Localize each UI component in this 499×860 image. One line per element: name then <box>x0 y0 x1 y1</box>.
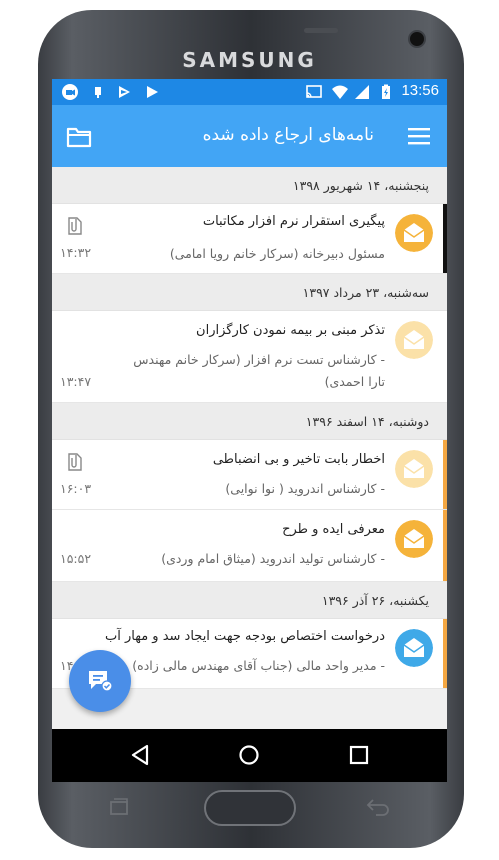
play-store-notification-icon-2 <box>147 86 158 98</box>
battery-charging-icon <box>382 84 390 99</box>
item-time: ۱۶:۰۳ <box>60 481 92 496</box>
camera-notification-icon <box>62 84 78 100</box>
priority-bar <box>443 204 447 273</box>
attachment-icon <box>68 217 82 235</box>
item-time: ۱۳:۴۷ <box>60 374 92 389</box>
hardware-recents-icon[interactable] <box>108 797 130 817</box>
compose-fab[interactable] <box>69 650 131 712</box>
front-camera <box>408 30 426 48</box>
envelope-read-icon <box>395 321 433 359</box>
envelope-icon <box>395 214 433 252</box>
item-subject: معرفی ایده و طرح <box>282 522 385 537</box>
date-header: سه‌شنبه، ۲۳ مرداد ۱۳۹۷ <box>52 274 447 311</box>
item-sender: - کارشناس تولید اندروید (میثاق امام وردی… <box>161 551 385 566</box>
list-item[interactable]: معرفی ایده و طرح - کارشناس تولید اندروید… <box>52 510 447 582</box>
date-header: یکشنبه، ۲۶ آذر ۱۳۹۶ <box>52 582 447 619</box>
item-subject: تذکر مبنی بر بیمه نمودن کارگزاران <box>196 323 385 338</box>
item-sender: مسئول دبیرخانه (سرکار خانم رویا امامی) <box>169 246 385 261</box>
item-subject: درخواست اختصاص بودجه جهت ایجاد سد و مهار… <box>104 629 385 644</box>
attachment-icon <box>68 453 82 471</box>
usb-notification-icon <box>95 87 101 98</box>
menu-icon[interactable] <box>407 125 431 147</box>
date-header: پنجشنبه، ۱۴ شهریور ۱۳۹۸ <box>52 167 447 204</box>
item-sender: - کارشناس اندروید ( نوا نوایی) <box>225 481 385 496</box>
list-item[interactable]: پیگیری استقرار نرم افزار مکاتبات مسئول د… <box>52 204 447 274</box>
app-bar: نامه‌های ارجاع داده شده <box>52 105 447 167</box>
compose-chat-icon <box>89 671 113 692</box>
home-icon[interactable] <box>238 744 260 766</box>
hardware-home-button[interactable] <box>204 790 296 826</box>
item-time: ۱۴:۳۲ <box>60 245 92 260</box>
cast-icon <box>306 85 322 98</box>
page-title: نامه‌های ارجاع داده شده <box>202 125 374 145</box>
item-subject: پیگیری استقرار نرم افزار مکاتبات <box>202 214 385 229</box>
item-sender: - مدیر واحد مالی (جناب آقای مهندس مالی ز… <box>132 658 385 673</box>
device-brand: SAMSUNG <box>182 48 317 72</box>
recents-icon[interactable] <box>349 745 369 765</box>
list-item[interactable]: تذکر مبنی بر بیمه نمودن کارگزاران - کارش… <box>52 311 447 403</box>
date-header: دوشنبه، ۱۴ اسفند ۱۳۹۶ <box>52 403 447 440</box>
envelope-icon <box>395 520 433 558</box>
folder-icon[interactable] <box>66 126 92 148</box>
letters-list: پنجشنبه، ۱۴ شهریور ۱۳۹۸ پیگیری استقرار ن… <box>52 167 447 689</box>
priority-bar <box>443 619 447 688</box>
priority-bar <box>443 440 447 509</box>
screen: 13:56 نامه‌های ارجاع داده شده پنجشنبه، ۱… <box>52 79 447 782</box>
back-icon[interactable] <box>130 744 150 766</box>
navigation-bar <box>52 729 447 782</box>
item-subject: اخطار بابت تاخیر و بی انضباطی <box>212 452 385 467</box>
envelope-icon <box>395 629 433 667</box>
status-bar: 13:56 <box>52 79 447 105</box>
earpiece-speaker <box>304 28 338 33</box>
item-sender: - کارشناس تست نرم افزار (سرکار خانم مهند… <box>133 352 385 389</box>
list-item[interactable]: اخطار بابت تاخیر و بی انضباطی - کارشناس … <box>52 440 447 510</box>
signal-icon <box>355 85 369 99</box>
hardware-back-icon[interactable] <box>365 796 391 816</box>
wifi-icon <box>332 85 348 99</box>
item-time: ۱۵:۵۲ <box>60 551 92 566</box>
envelope-read-icon <box>395 450 433 488</box>
status-time: 13:56 <box>401 82 439 99</box>
play-store-notification-icon <box>119 86 130 98</box>
priority-bar <box>443 510 447 581</box>
